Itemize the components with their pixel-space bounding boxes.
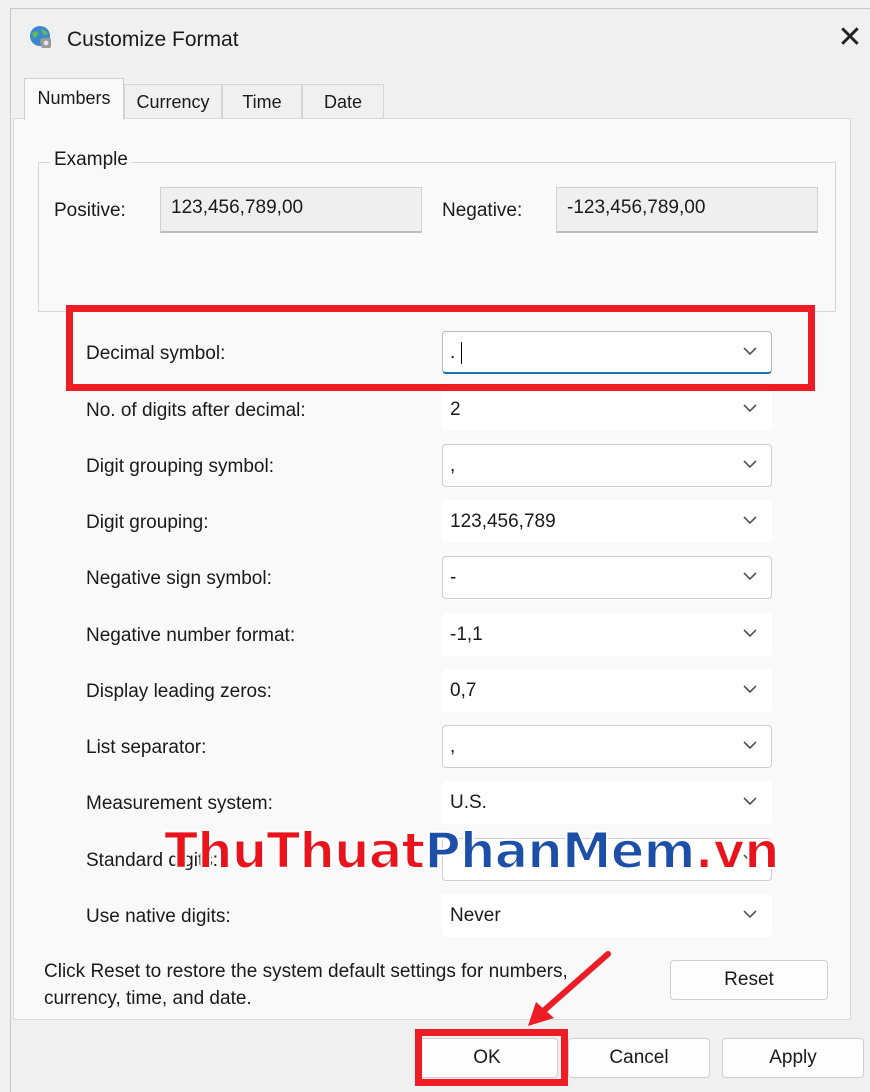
watermark-part-3: .vn [694,821,781,881]
decimal-symbol-label: Decimal symbol: [86,343,226,364]
digits-after-decimal-value: 2 [450,399,461,420]
negative-number-format-dropdown[interactable]: -1,1 [442,613,772,656]
negative-sign-symbol-label: Negative sign symbol: [86,568,272,589]
watermark-part-1: ThuThuat [163,821,426,881]
chevron-down-icon [743,910,757,919]
display-leading-zeros-value: 0,7 [450,680,477,701]
chevron-down-icon [743,572,757,581]
tab-time[interactable]: Time [222,84,302,118]
digits-after-decimal-label: No. of digits after decimal: [86,400,306,421]
window-title: Customize Format [67,28,239,51]
negative-example-value: -123,456,789,00 [556,187,818,233]
chevron-down-icon [743,741,757,750]
display-leading-zeros-label: Display leading zeros: [86,681,272,702]
display-leading-zeros-dropdown[interactable]: 0,7 [442,669,772,712]
tab-date[interactable]: Date [302,84,384,118]
positive-example-value: 123,456,789,00 [160,187,422,233]
example-group-title: Example [50,149,132,171]
negative-sign-symbol-dropdown[interactable]: - [442,556,772,599]
globe-settings-icon [30,26,51,48]
chevron-down-icon [743,629,757,638]
watermark-logo: ThuThuatPhanMem.vn [163,821,781,881]
decimal-symbol-dropdown[interactable]: . [442,331,772,374]
decimal-symbol-value: . [450,342,456,363]
cancel-button[interactable]: Cancel [568,1038,710,1078]
digit-grouping-label: Digit grouping: [86,512,209,533]
measurement-system-dropdown[interactable]: U.S. [442,781,772,824]
close-button[interactable]: ✕ [833,21,867,55]
tab-currency[interactable]: Currency [124,84,222,118]
chevron-down-icon [743,685,757,694]
ok-button[interactable]: OK [416,1038,558,1078]
list-separator-value: , [450,736,456,757]
watermark-part-2: PhanMem [423,821,696,881]
measurement-system-label: Measurement system: [86,793,273,814]
use-native-digits-value: Never [450,905,501,926]
list-separator-label: List separator: [86,737,207,758]
reset-button[interactable]: Reset [670,960,828,1000]
apply-button[interactable]: Apply [722,1038,864,1078]
list-separator-dropdown[interactable]: , [442,725,772,768]
example-groupbox [38,162,836,312]
arrow-annotation-icon [528,951,611,1026]
digit-grouping-dropdown[interactable]: 123,456,789 [442,500,772,543]
chevron-down-icon [743,797,757,806]
tab-numbers[interactable]: Numbers [24,78,124,120]
chevron-down-icon [743,347,757,356]
negative-sign-symbol-value: - [450,567,457,588]
negative-number-format-label: Negative number format: [86,625,296,646]
measurement-system-value: U.S. [450,792,487,813]
chevron-down-icon [743,516,757,525]
title-bar[interactable]: Customize Format ✕ [11,9,870,69]
digit-grouping-symbol-dropdown[interactable]: , [442,444,772,487]
text-caret [461,342,462,364]
use-native-digits-label: Use native digits: [86,906,231,927]
chevron-down-icon [743,460,757,469]
digits-after-decimal-dropdown[interactable]: 2 [442,388,772,431]
digit-grouping-symbol-value: , [450,455,456,476]
use-native-digits-dropdown[interactable]: Never [442,894,772,937]
positive-label: Positive: [54,200,126,221]
chevron-down-icon [743,404,757,413]
negative-label: Negative: [442,200,523,221]
negative-number-format-value: -1,1 [450,624,483,645]
digit-grouping-symbol-label: Digit grouping symbol: [86,456,274,477]
digit-grouping-value: 123,456,789 [450,511,556,532]
